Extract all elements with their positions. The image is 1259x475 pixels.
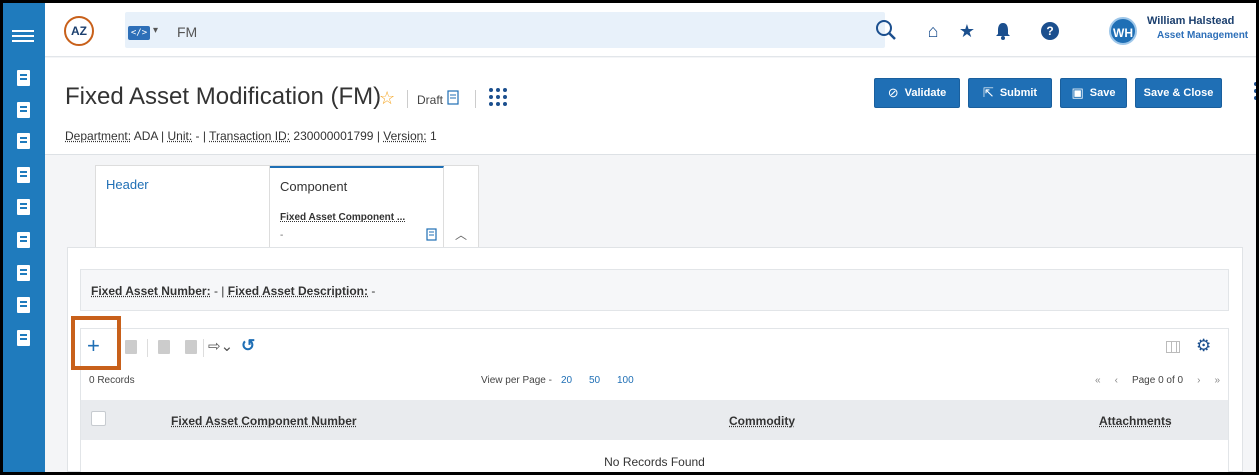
tab-component-label: Component bbox=[280, 179, 348, 194]
chevron-up-icon: ︿ bbox=[455, 228, 468, 242]
department-label: Department: bbox=[65, 129, 132, 143]
component-subtitle: Fixed Asset Component ... bbox=[280, 212, 406, 223]
select-all-checkbox[interactable] bbox=[91, 411, 106, 426]
tab-header-label: Header bbox=[106, 177, 149, 192]
version-label: Version: bbox=[383, 129, 427, 143]
page-title: Fixed Asset Modification (FM) bbox=[65, 83, 382, 110]
collapse-tabs-button[interactable]: ︿ bbox=[444, 166, 478, 248]
tab-component[interactable]: Component Fixed Asset Component ... - bbox=[270, 166, 444, 248]
unit-label: Unit: bbox=[167, 129, 193, 143]
menu-icon[interactable] bbox=[12, 27, 34, 45]
divider bbox=[147, 339, 148, 357]
paste-icon[interactable] bbox=[185, 340, 197, 354]
apps-grid-icon[interactable] bbox=[489, 88, 507, 106]
payment-icon[interactable] bbox=[13, 196, 33, 218]
transaction-id-value: 230000001799 bbox=[293, 129, 374, 143]
next-page-icon[interactable]: › bbox=[1197, 375, 1200, 386]
transaction-meta: Department: ADA | Unit: - | Transaction … bbox=[65, 129, 437, 143]
column-header-component-number[interactable]: Fixed Asset Component Number bbox=[171, 414, 357, 428]
more-options-icon[interactable] bbox=[1254, 82, 1256, 103]
favorite-star-icon[interactable]: ☆ bbox=[379, 88, 395, 109]
view-per-page-label: View per Page - bbox=[481, 375, 552, 386]
department-value: ADA bbox=[133, 129, 158, 143]
submit-icon: ⇱ bbox=[982, 85, 994, 100]
save-button[interactable]: ▣ Save bbox=[1060, 78, 1127, 108]
section-tabs: Header Component Fixed Asset Component .… bbox=[95, 165, 479, 248]
inventory-icon[interactable] bbox=[13, 262, 33, 284]
document-icon[interactable] bbox=[13, 130, 33, 152]
record-count: 0 Records bbox=[89, 375, 135, 386]
star-icon[interactable]: ★ bbox=[957, 21, 977, 41]
az360-logo[interactable]: AZ bbox=[63, 15, 95, 47]
unit-value: - bbox=[195, 129, 200, 143]
asset-description-label: Fixed Asset Description: bbox=[227, 284, 368, 298]
svg-text:AZ: AZ bbox=[71, 24, 87, 38]
copy-icon[interactable] bbox=[158, 340, 170, 354]
page-info: Page 0 of 0 bbox=[1131, 375, 1184, 386]
add-row-button[interactable]: + bbox=[87, 333, 100, 359]
component-grid: + ⇨⌄ ↺ ⚙ 0 Records View per Page - 20 50… bbox=[71, 316, 1229, 472]
asset-info-bar: Fixed Asset Number: - | Fixed Asset Desc… bbox=[80, 269, 1229, 311]
status-badge: Draft bbox=[417, 93, 444, 107]
app-frame: AZ </> ▾ FM ⌂ ★ ? WH William Halstead As… bbox=[3, 3, 1256, 472]
submit-button[interactable]: ⇱ Submit bbox=[968, 78, 1052, 108]
left-nav-rail bbox=[3, 3, 45, 472]
empty-state-text: No Records Found bbox=[604, 455, 705, 469]
delete-icon[interactable] bbox=[125, 340, 137, 354]
top-bar: AZ </> ▾ FM ⌂ ★ ? WH William Halstead As… bbox=[45, 3, 1256, 57]
document-list-icon[interactable] bbox=[426, 228, 438, 242]
page-header: Fixed Asset Modification (FM) ☆ Draft De… bbox=[45, 58, 1256, 155]
divider bbox=[407, 90, 408, 108]
asset-description-value: - bbox=[371, 284, 376, 298]
ledger-icon[interactable] bbox=[13, 99, 33, 121]
search-icon[interactable] bbox=[873, 17, 899, 43]
chevron-down-icon[interactable]: ▾ bbox=[153, 25, 158, 36]
grid-pagination-bar: 0 Records View per Page - 20 50 100 « ‹ … bbox=[81, 367, 1228, 397]
help-icon[interactable]: ? bbox=[1041, 22, 1059, 40]
divider bbox=[203, 339, 204, 357]
user-name[interactable]: William Halstead bbox=[1147, 15, 1234, 27]
export-icon[interactable]: ⇨⌄ bbox=[208, 337, 233, 355]
save-and-close-button[interactable]: Save & Close bbox=[1135, 78, 1222, 108]
columns-icon[interactable] bbox=[1166, 341, 1180, 353]
page-size-20[interactable]: 20 bbox=[561, 375, 572, 386]
search-input[interactable]: FM bbox=[177, 24, 197, 40]
grid-toolbar: + ⇨⌄ ↺ ⚙ bbox=[71, 316, 1228, 370]
user-role: Asset Management bbox=[1157, 30, 1249, 41]
component-panel: Fixed Asset Number: - | Fixed Asset Desc… bbox=[67, 247, 1243, 472]
chart-document-icon[interactable] bbox=[13, 327, 33, 349]
divider bbox=[475, 90, 476, 108]
page-size-50[interactable]: 50 bbox=[589, 375, 600, 386]
first-page-icon[interactable]: « bbox=[1095, 375, 1101, 386]
asset-number-label: Fixed Asset Number: bbox=[91, 284, 211, 298]
validate-button[interactable]: ⊘ Validate bbox=[874, 78, 960, 108]
refresh-icon[interactable]: ↺ bbox=[241, 336, 255, 356]
avatar[interactable]: WH bbox=[1109, 17, 1137, 45]
tab-header[interactable]: Header bbox=[96, 166, 270, 248]
grid-header-row: Fixed Asset Component Number Commodity A… bbox=[81, 400, 1228, 440]
check-circle-icon: ⊘ bbox=[887, 85, 899, 100]
version-value: 1 bbox=[429, 129, 437, 143]
save-icon: ▣ bbox=[1071, 85, 1084, 100]
document-list-icon[interactable] bbox=[447, 90, 461, 106]
bell-icon[interactable] bbox=[993, 21, 1013, 41]
report-icon[interactable] bbox=[13, 229, 33, 251]
column-header-attachments[interactable]: Attachments bbox=[1099, 414, 1172, 428]
code-icon[interactable]: </> bbox=[128, 26, 150, 40]
edit-document-icon[interactable] bbox=[13, 294, 33, 316]
global-search-bar[interactable] bbox=[125, 12, 885, 48]
asset-number-value: - bbox=[213, 284, 218, 298]
pager: « ‹ Page 0 of 0 › » bbox=[1095, 375, 1220, 386]
asset-search-icon[interactable] bbox=[13, 67, 33, 89]
last-page-icon[interactable]: » bbox=[1214, 375, 1220, 386]
book-icon[interactable] bbox=[13, 164, 33, 186]
previous-page-icon[interactable]: ‹ bbox=[1115, 375, 1118, 386]
home-icon[interactable]: ⌂ bbox=[923, 21, 943, 41]
column-header-commodity[interactable]: Commodity bbox=[729, 414, 795, 428]
gear-icon[interactable]: ⚙ bbox=[1196, 336, 1211, 356]
page-size-100[interactable]: 100 bbox=[617, 375, 634, 386]
transaction-id-label: Transaction ID: bbox=[209, 129, 291, 143]
component-subtitle-value: - bbox=[280, 230, 284, 241]
